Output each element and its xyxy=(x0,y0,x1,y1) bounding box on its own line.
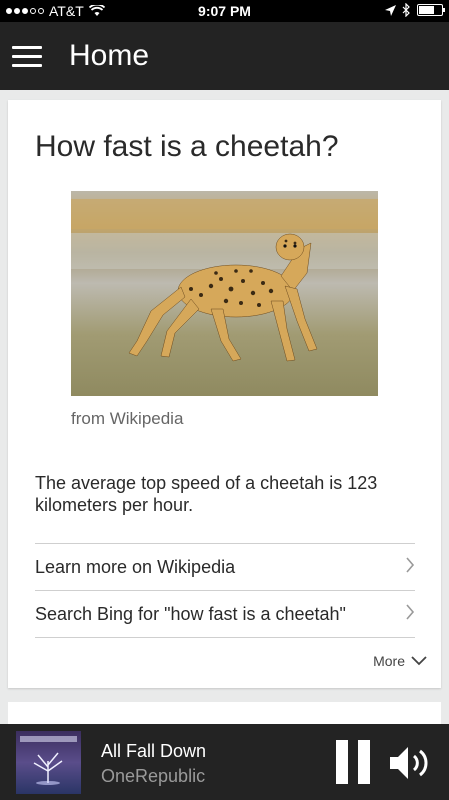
image-source-caption: from Wikipedia xyxy=(71,409,184,428)
status-time: 9:07 PM xyxy=(198,3,251,19)
hamburger-icon xyxy=(12,46,42,49)
status-right xyxy=(385,3,445,17)
search-bing-link[interactable]: Search Bing for "how fast is a cheetah" xyxy=(35,590,415,637)
link-label: Search Bing for "how fast is a cheetah" xyxy=(35,604,346,624)
more-button[interactable]: More xyxy=(373,653,427,669)
app-header: Home xyxy=(0,22,449,90)
answer-card: How fast is a cheetah? from Wikipedia Th… xyxy=(8,100,441,688)
volume-icon[interactable] xyxy=(388,744,434,782)
learn-more-wikipedia-link[interactable]: Learn more on Wikipedia xyxy=(35,543,415,590)
status-bar: AT&T 9:07 PM xyxy=(0,0,449,22)
more-label: More xyxy=(373,653,405,669)
pause-button[interactable] xyxy=(336,740,372,784)
cheetah-image[interactable] xyxy=(71,191,378,396)
location-arrow-icon xyxy=(385,4,396,16)
page-title: Home xyxy=(69,39,150,72)
menu-button[interactable] xyxy=(12,46,42,68)
chevron-down-icon xyxy=(411,656,427,666)
link-label: Learn more on Wikipedia xyxy=(35,557,236,577)
question-heading: How fast is a cheetah? xyxy=(35,130,339,163)
pause-icon xyxy=(336,740,348,784)
answer-text: The average top speed of a cheetah is 12… xyxy=(35,473,378,515)
album-art[interactable] xyxy=(16,731,81,794)
now-playing-bar[interactable]: All Fall Down OneRepublic xyxy=(0,724,449,800)
divider xyxy=(35,637,415,638)
bluetooth-icon xyxy=(402,3,410,17)
track-title: All Fall Down xyxy=(101,741,207,761)
chevron-right-icon xyxy=(406,604,415,620)
chevron-right-icon xyxy=(406,557,415,573)
battery-icon xyxy=(417,4,445,16)
track-artist: OneRepublic xyxy=(101,766,206,786)
